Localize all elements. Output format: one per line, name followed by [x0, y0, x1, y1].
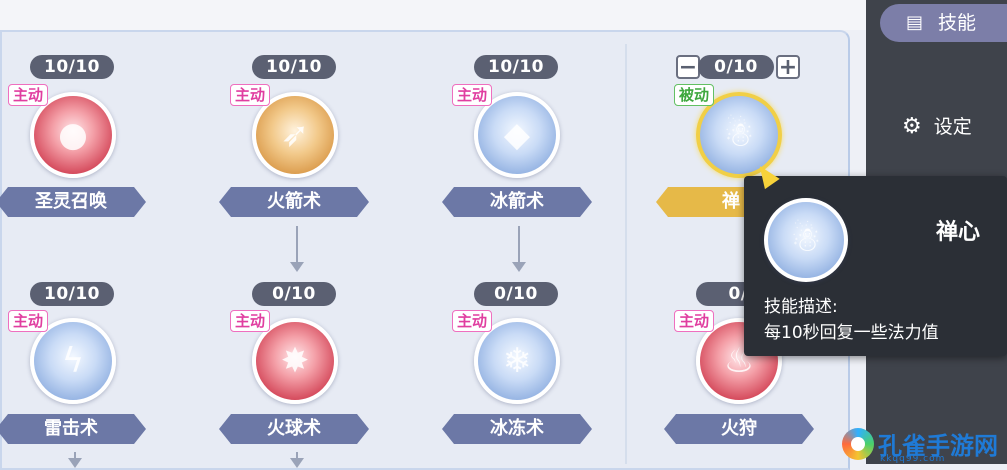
- settings-item[interactable]: ⚙ 设定: [902, 112, 972, 139]
- watermark-logo-icon: [842, 428, 874, 460]
- skill-name-label[interactable]: 火球术: [219, 414, 369, 444]
- gear-icon: ⚙: [902, 114, 922, 139]
- tooltip-skill-icon: ☃: [764, 198, 848, 282]
- meditation-icon: ☃: [790, 220, 822, 260]
- tooltip-desc: 每10秒回复一些法力值: [764, 323, 939, 343]
- skill-name-label[interactable]: 火箭术: [219, 187, 369, 217]
- skill-level-badge: 10/10: [474, 55, 558, 79]
- meditation-icon: ☃: [723, 115, 755, 155]
- flame-arrow-icon: ➶: [280, 115, 310, 155]
- skill-name-label[interactable]: 冰冻术: [442, 414, 592, 444]
- watermark: 孔雀手游网 kkqq99.com: [842, 424, 1007, 464]
- tooltip-title: 禅心: [936, 220, 981, 245]
- upgrade-arrow: [512, 226, 526, 272]
- active-tag: 主动: [230, 84, 271, 106]
- level-plus-button[interactable]: +: [776, 55, 800, 79]
- tooltip-desc-label: 技能描述:: [764, 297, 838, 317]
- skill-level-badge: 0/10: [252, 282, 336, 306]
- ice-crystal-icon: ◆: [503, 115, 531, 155]
- skill-level-badge: 0/10: [698, 55, 774, 79]
- upgrade-arrow: [290, 226, 304, 272]
- settings-label: 设定: [933, 116, 972, 138]
- skill-name-label[interactable]: 火狩: [664, 414, 814, 444]
- skill-name-label[interactable]: 冰箭术: [442, 187, 592, 217]
- skill-book-icon: ▤: [906, 12, 924, 33]
- upgrade-arrow: [68, 452, 82, 468]
- passive-tag: 被动: [674, 84, 715, 106]
- skill-name-label[interactable]: 雷击术: [0, 414, 146, 444]
- skill-level-badge: 10/10: [252, 55, 336, 79]
- active-tag: 主动: [8, 84, 49, 106]
- skill-name-label[interactable]: 圣灵召唤: [0, 187, 146, 217]
- orb-icon: ●: [58, 115, 88, 155]
- active-tag: 主动: [452, 84, 493, 106]
- active-tag: 主动: [8, 310, 49, 332]
- tab-skills[interactable]: ▤ 技能: [880, 4, 1007, 42]
- active-tag: 主动: [230, 310, 271, 332]
- top-bar: [0, 0, 866, 30]
- lightning-icon: ϟ: [61, 341, 85, 381]
- snowflake-icon: ❄: [502, 341, 532, 381]
- active-tag: 主动: [674, 310, 715, 332]
- watermark-url: kkqq99.com: [880, 454, 946, 464]
- skill-level-badge: 0/10: [474, 282, 558, 306]
- active-tag: 主动: [452, 310, 493, 332]
- skill-tooltip: ☃ 禅心 技能描述: 每10秒回复一些法力值: [744, 176, 1007, 356]
- skill-level-badge: 10/10: [30, 282, 114, 306]
- panel-divider: [625, 44, 627, 464]
- upgrade-arrow: [290, 452, 304, 468]
- skill-level-badge: 10/10: [30, 55, 114, 79]
- level-minus-button[interactable]: −: [676, 55, 700, 79]
- fireball-icon: ✸: [280, 341, 310, 381]
- tab-skills-label: 技能: [938, 12, 977, 34]
